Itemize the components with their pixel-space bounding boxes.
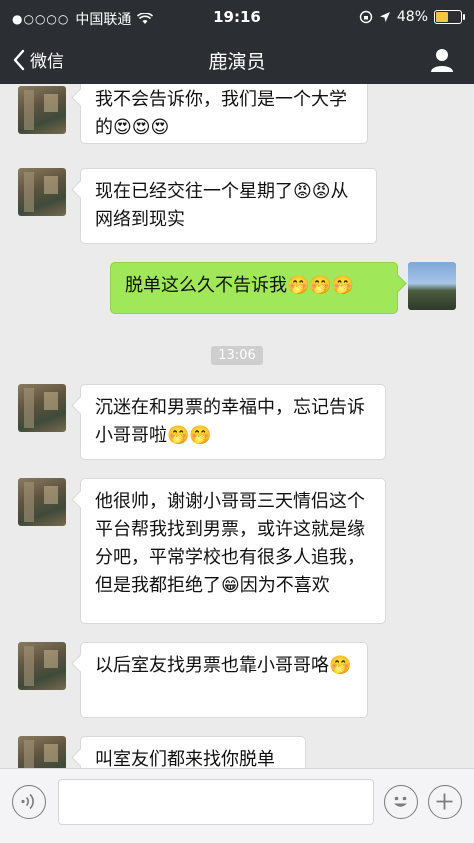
sender-avatar[interactable] bbox=[18, 642, 66, 690]
sender-avatar[interactable] bbox=[18, 736, 66, 768]
sender-avatar[interactable] bbox=[18, 478, 66, 526]
location-arrow-icon bbox=[379, 12, 390, 22]
voice-icon bbox=[21, 793, 34, 810]
message-input[interactable] bbox=[58, 779, 374, 825]
status-right: 48% bbox=[359, 9, 465, 25]
sender-avatar[interactable] bbox=[18, 86, 66, 134]
orientation-lock-icon bbox=[359, 10, 373, 24]
status-bar: ●○○○○ 中国联通 19:16 48% bbox=[0, 0, 474, 36]
input-bar bbox=[0, 768, 474, 843]
message-bubble[interactable]: 现在已经交往一个星期了😡😡从网络到现实 bbox=[80, 168, 377, 244]
emoji-button[interactable] bbox=[384, 785, 418, 819]
sender-avatar[interactable] bbox=[18, 168, 66, 216]
battery-icon bbox=[434, 10, 465, 24]
time-stamp: 13:06 bbox=[0, 344, 474, 365]
battery-fill bbox=[436, 12, 448, 22]
message-bubble[interactable]: 沉迷在和男票的幸福中，忘记告诉小哥哥啦🤭🤭 bbox=[80, 384, 386, 460]
person-icon[interactable] bbox=[428, 46, 456, 74]
message-bubble[interactable]: 他很帅，谢谢小哥哥三天情侣这个平台帮我找到男票，或许这就是缘分吧，平常学校也有很… bbox=[80, 478, 386, 624]
more-button[interactable] bbox=[428, 785, 462, 819]
my-avatar[interactable] bbox=[408, 262, 456, 310]
message-bubble[interactable]: 叫室友们都来找你脱单 bbox=[80, 736, 306, 768]
emoji-icon bbox=[394, 796, 407, 807]
sender-avatar[interactable] bbox=[18, 384, 66, 432]
voice-button[interactable] bbox=[12, 785, 46, 819]
chat-title: 鹿演员 bbox=[208, 51, 266, 73]
message-bubble[interactable]: 我不会告诉你，我们是一个大学的😍😍😍 bbox=[80, 84, 368, 144]
plus-icon bbox=[436, 793, 453, 810]
message-bubble[interactable]: 以后室友找男票也靠小哥哥咯🤭 bbox=[80, 642, 368, 718]
chat-area[interactable]: 我不会告诉你，我们是一个大学的😍😍😍 现在已经交往一个星期了😡😡从网络到现实 脱… bbox=[0, 84, 474, 768]
time-stamp-label: 13:06 bbox=[211, 346, 263, 365]
message-bubble[interactable]: 脱单这么久不告诉我🤭🤭🤭 bbox=[110, 262, 398, 314]
navigation-bar: 微信 鹿演员 bbox=[0, 36, 474, 84]
battery-percent: 48% bbox=[396, 9, 428, 25]
